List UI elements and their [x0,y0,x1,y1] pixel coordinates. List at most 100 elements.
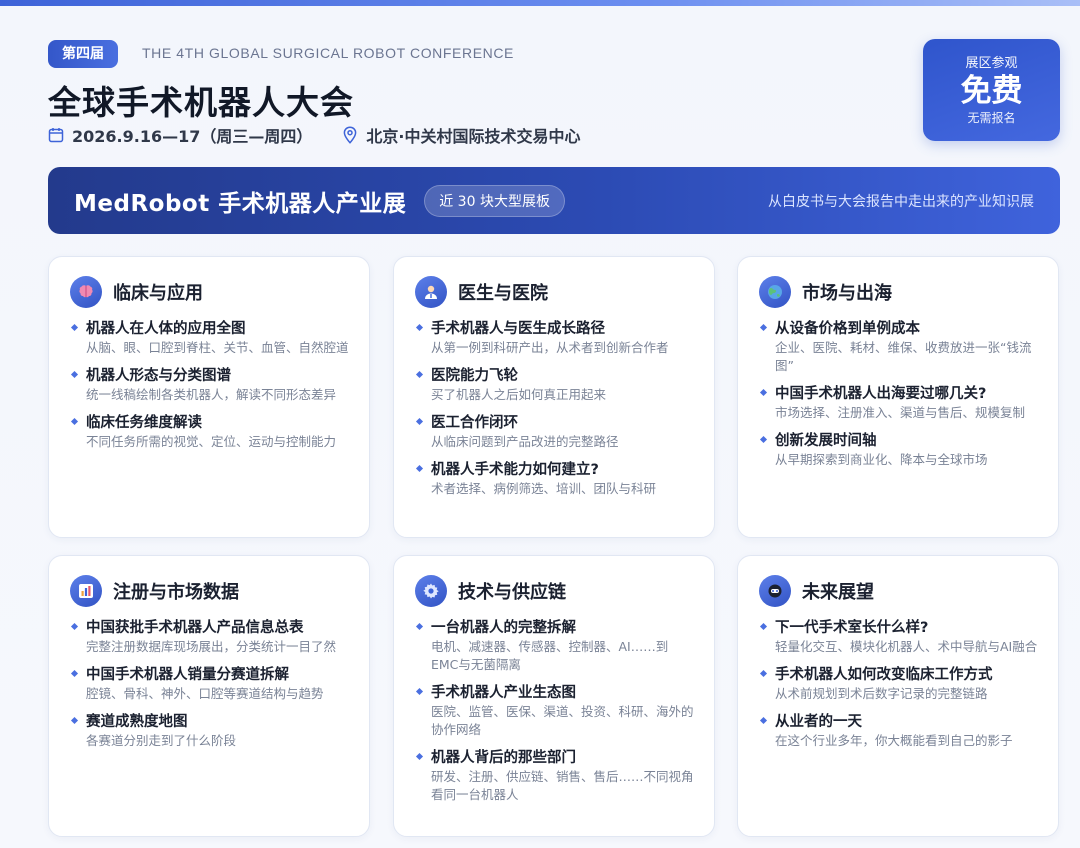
card-header: 未来展望 [759,574,1038,608]
event-date: 2026.9.16—17（周三—周四） [48,123,312,147]
topic-card-doctors: 医生与医院 手术机器人与医生成长路径 从第一例到科研产出，从术者到创新合作者 医… [393,256,715,538]
entry-desc: 从脑、眼、口腔到脊柱、关节、血管、自然腔道 [86,340,349,355]
card-header: 技术与供应链 [415,574,694,608]
list-item: 从设备价格到单例成本 企业、医院、耗材、维保、收费放进一张“钱流图” [759,319,1038,375]
list-item: 赛道成熟度地图 各赛道分别走到了什么阶段 [70,712,349,750]
entry-desc: 各赛道分别走到了什么阶段 [86,733,237,748]
entry-title: 一台机器人的完整拆解 [431,620,576,636]
entry-title: 赛道成熟度地图 [86,714,188,730]
list-item: 手术机器人与医生成长路径 从第一例到科研产出，从术者到创新合作者 [415,319,694,357]
event-meta: 2026.9.16—17（周三—周四） 北京·中关村国际技术交易中心 [48,124,610,146]
list-item: 一台机器人的完整拆解 电机、减速器、传感器、控制器、AI……到EMC与无菌隔离 [415,618,694,674]
entry-title: 中国手术机器人出海要过哪几关? [775,386,987,402]
entry-title: 中国获批手术机器人产品信息总表 [86,620,304,636]
entry-desc: 买了机器人之后如何真正用起来 [431,387,607,402]
topic-card-future: 未来展望 下一代手术室长什么样? 轻量化交互、模块化机器人、术中导航与AI融合 … [737,555,1059,837]
entry-title: 机器人在人体的应用全图 [86,321,246,337]
card-title: 市场与出海 [802,283,892,304]
card-title: 未来展望 [802,582,874,603]
topic-card-clinical: 临床与应用 机器人在人体的应用全图 从脑、眼、口腔到脊柱、关节、血管、自然腔道 … [48,256,370,538]
entry-desc: 统一线稿绘制各类机器人，解读不同形态差异 [86,387,337,402]
list-item: 医院能力飞轮 买了机器人之后如何真正用起来 [415,366,694,404]
card-header: 注册与市场数据 [70,574,349,608]
entry-desc: 从临床问题到产品改进的完整路径 [431,434,619,449]
event-date-text: 2026.9.16—17（周三—周四） [72,127,313,146]
list-item: 从业者的一天 在这个行业多年，你大概能看到自己的影子 [759,712,1038,750]
entry-desc: 从第一例到科研产出，从术者到创新合作者 [431,340,669,355]
brain-icon [70,276,102,308]
list-item: 机器人手术能力如何建立? 术者选择、病例筛选、培训、团队与科研 [415,460,694,498]
page-title: 全球手术机器人大会 [48,83,354,122]
entry-desc: 从早期探索到商业化、降本与全球市场 [775,452,988,467]
list-item: 中国手术机器人销量分赛道拆解 腔镜、骨科、神外、口腔等赛道结构与趋势 [70,665,349,703]
list-item: 手术机器人如何改变临床工作方式 从术前规划到术后数字记录的完整链路 [759,665,1038,703]
list-item: 下一代手术室长什么样? 轻量化交互、模块化机器人、术中导航与AI融合 [759,618,1038,656]
robot-icon [759,575,791,607]
page-header: 第四届 THE 4TH GLOBAL SURGICAL ROBOT CONFER… [48,39,1060,150]
event-venue-text: 北京·中关村国际技术交易中心 [366,127,581,146]
free-box-main: 免费 [960,73,1023,109]
entry-title: 机器人背后的那些部门 [431,750,576,766]
topic-card-market: 市场与出海 从设备价格到单例成本 企业、医院、耗材、维保、收费放进一张“钱流图”… [737,256,1059,538]
entry-title: 中国手术机器人销量分赛道拆解 [86,667,289,683]
list-item: 机器人在人体的应用全图 从脑、眼、口腔到脊柱、关节、血管、自然腔道 [70,319,349,357]
entry-title: 手术机器人产业生态图 [431,685,576,701]
entry-title: 从设备价格到单例成本 [775,321,920,337]
card-title: 医生与医院 [458,283,548,304]
entry-desc: 从术前规划到术后数字记录的完整链路 [775,686,988,701]
entry-title: 机器人手术能力如何建立? [431,462,599,478]
list-item: 机器人背后的那些部门 研发、注册、供应链、销售、售后……不同视角看同一台机器人 [415,748,694,804]
entry-desc: 腔镜、骨科、神外、口腔等赛道结构与趋势 [86,686,324,701]
entry-desc: 在这个行业多年，你大概能看到自己的影子 [775,733,1013,748]
entry-title: 医院能力飞轮 [431,368,518,384]
card-title: 临床与应用 [113,283,203,304]
doctor-icon [415,276,447,308]
list-item: 创新发展时间轴 从早期探索到商业化、降本与全球市场 [759,431,1038,469]
list-item: 临床任务维度解读 不同任务所需的视觉、定位、运动与控制能力 [70,413,349,451]
edition-badge: 第四届 [48,40,118,68]
list-item: 中国获批手术机器人产品信息总表 完整注册数据库现场展出，分类统计一目了然 [70,618,349,656]
free-box-note: 无需报名 [967,111,1016,125]
globe-icon [759,276,791,308]
entry-title: 手术机器人如何改变临床工作方式 [775,667,993,683]
free-box-label: 展区参观 [965,56,1018,71]
exhibition-banner: MedRobot 手术机器人产业展 近 30 块大型展板 从白皮书与大会报告中走… [48,167,1060,234]
entry-title: 机器人形态与分类图谱 [86,368,231,384]
entry-desc: 企业、医院、耗材、维保、收费放进一张“钱流图” [775,340,1032,373]
free-admission-box: 展区参观 免费 无需报名 [923,39,1060,141]
entry-title: 临床任务维度解读 [86,415,202,431]
entry-desc: 轻量化交互、模块化机器人、术中导航与AI融合 [775,639,1038,654]
card-header: 市场与出海 [759,275,1038,309]
entry-title: 手术机器人与医生成长路径 [431,321,605,337]
entry-desc: 不同任务所需的视觉、定位、运动与控制能力 [86,434,337,449]
entry-desc: 市场选择、注册准入、渠道与售后、规模复制 [775,405,1026,420]
entry-desc: 研发、注册、供应链、销售、售后……不同视角看同一台机器人 [431,769,694,802]
list-item: 中国手术机器人出海要过哪几关? 市场选择、注册准入、渠道与售后、规模复制 [759,384,1038,422]
entry-title: 下一代手术室长什么样? [775,620,929,636]
card-header: 医生与医院 [415,275,694,309]
entry-title: 创新发展时间轴 [775,433,877,449]
list-item: 机器人形态与分类图谱 统一线稿绘制各类机器人，解读不同形态差异 [70,366,349,404]
entry-desc: 医院、监管、医保、渠道、投资、科研、海外的协作网络 [431,704,694,737]
entry-desc: 电机、减速器、传感器、控制器、AI……到EMC与无菌隔离 [431,639,669,672]
bar-chart-icon [70,575,102,607]
card-title: 技术与供应链 [458,582,566,603]
gear-icon [415,575,447,607]
topic-card-technology: 技术与供应链 一台机器人的完整拆解 电机、减速器、传感器、控制器、AI……到EM… [393,555,715,837]
card-header: 临床与应用 [70,275,349,309]
english-title: THE 4TH GLOBAL SURGICAL ROBOT CONFERENCE [142,45,514,61]
location-pin-icon [344,126,357,144]
calendar-icon [48,128,64,143]
top-accent-bar [0,0,1080,6]
card-title: 注册与市场数据 [113,582,239,603]
banner-pill: 近 30 块大型展板 [424,184,565,217]
entry-title: 从业者的一天 [775,714,862,730]
entry-desc: 完整注册数据库现场展出，分类统计一目了然 [86,639,337,654]
entry-desc: 术者选择、病例筛选、培训、团队与科研 [431,481,657,496]
banner-title: MedRobot 手术机器人产业展 [74,190,407,217]
banner-subtitle: 从白皮书与大会报告中走出来的产业知识展 [768,193,1034,210]
list-item: 医工合作闭环 从临床问题到产品改进的完整路径 [415,413,694,451]
list-item: 手术机器人产业生态图 医院、监管、医保、渠道、投资、科研、海外的协作网络 [415,683,694,739]
topic-card-registration: 注册与市场数据 中国获批手术机器人产品信息总表 完整注册数据库现场展出，分类统计… [48,555,370,837]
event-venue: 北京·中关村国际技术交易中心 [342,123,580,147]
